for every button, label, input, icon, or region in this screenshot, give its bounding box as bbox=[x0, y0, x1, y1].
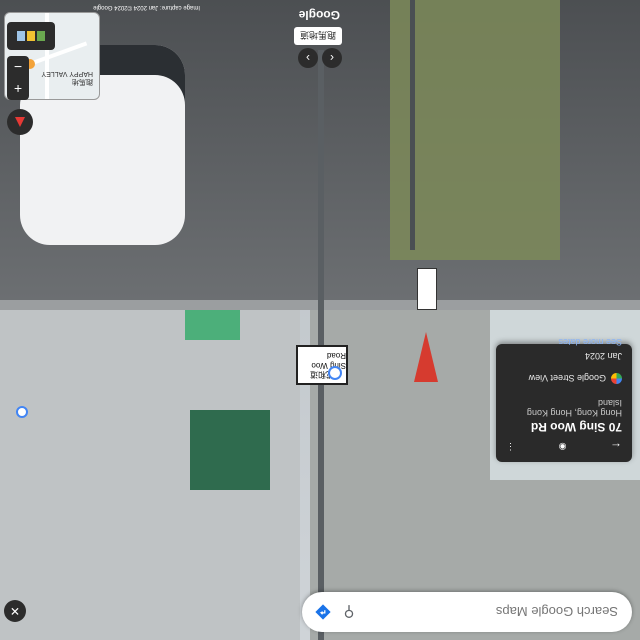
pole-plate bbox=[417, 268, 437, 310]
close-button[interactable]: ✕ bbox=[4, 600, 26, 622]
see-more-dates-link[interactable]: See more dates bbox=[506, 337, 622, 347]
directions-icon[interactable] bbox=[314, 603, 332, 621]
search-icon[interactable]: ⚲ bbox=[340, 603, 358, 621]
layer-thumb-3 bbox=[17, 31, 25, 41]
yield-sign bbox=[414, 332, 438, 382]
street-view-marker[interactable] bbox=[328, 366, 342, 380]
compass-button[interactable] bbox=[7, 109, 33, 135]
street-view-marker-2[interactable] bbox=[16, 406, 28, 418]
zoom-control: + − bbox=[7, 56, 29, 100]
google-g-icon bbox=[611, 373, 622, 384]
source-label: Google Street View bbox=[528, 373, 606, 384]
location-subtitle: Hong Kong, Hong Kong Island bbox=[526, 398, 622, 418]
minimap-area-zh: 跑馬地 bbox=[72, 78, 93, 85]
minimap-area-en: HAPPY VALLEY bbox=[41, 69, 94, 77]
search-box[interactable]: ⚲ bbox=[302, 592, 632, 632]
nav-left-button[interactable]: ‹ bbox=[322, 48, 342, 68]
minimap-area-label: 跑馬地 HAPPY VALLEY bbox=[42, 68, 94, 85]
compass-needle-icon bbox=[15, 117, 25, 127]
pin-icon: ◉ bbox=[558, 442, 567, 453]
more-options-icon[interactable]: ⋮ bbox=[506, 442, 515, 453]
location-title[interactable]: 70 Sing Woo Rd bbox=[506, 420, 622, 434]
layer-thumb-1 bbox=[37, 31, 45, 41]
zoom-out-button[interactable]: − bbox=[14, 59, 22, 75]
back-arrow-icon[interactable]: ← bbox=[610, 440, 622, 454]
street-label: 跑馬地道 bbox=[293, 27, 342, 45]
zoom-in-button[interactable]: + bbox=[14, 81, 22, 97]
image-credit: Image capture: Jan 2024 ©2024 Google bbox=[93, 4, 200, 10]
shopfront bbox=[190, 410, 270, 490]
layers-button[interactable] bbox=[7, 22, 55, 50]
source-row: Google Street View bbox=[506, 373, 622, 384]
capture-date: Jan 2024 bbox=[584, 351, 622, 361]
street-pole-2 bbox=[410, 0, 415, 250]
search-input[interactable] bbox=[358, 603, 620, 621]
street-name-sign: 成和道 Sing Woo Road bbox=[296, 345, 348, 385]
street-view-stage[interactable]: 成和道 Sing Woo Road ⚲ ← ◉ ⋮ 70 Sing Woo Rd… bbox=[0, 0, 640, 640]
nav-right-button[interactable]: › bbox=[298, 48, 318, 68]
layer-thumb-2 bbox=[27, 31, 35, 41]
location-info-card: ← ◉ ⋮ 70 Sing Woo Rd Hong Kong, Hong Kon… bbox=[496, 337, 632, 462]
google-logo: Google bbox=[298, 8, 340, 22]
navigation-arrows: ‹ › bbox=[298, 48, 342, 68]
overgrown-wall bbox=[390, 0, 560, 260]
